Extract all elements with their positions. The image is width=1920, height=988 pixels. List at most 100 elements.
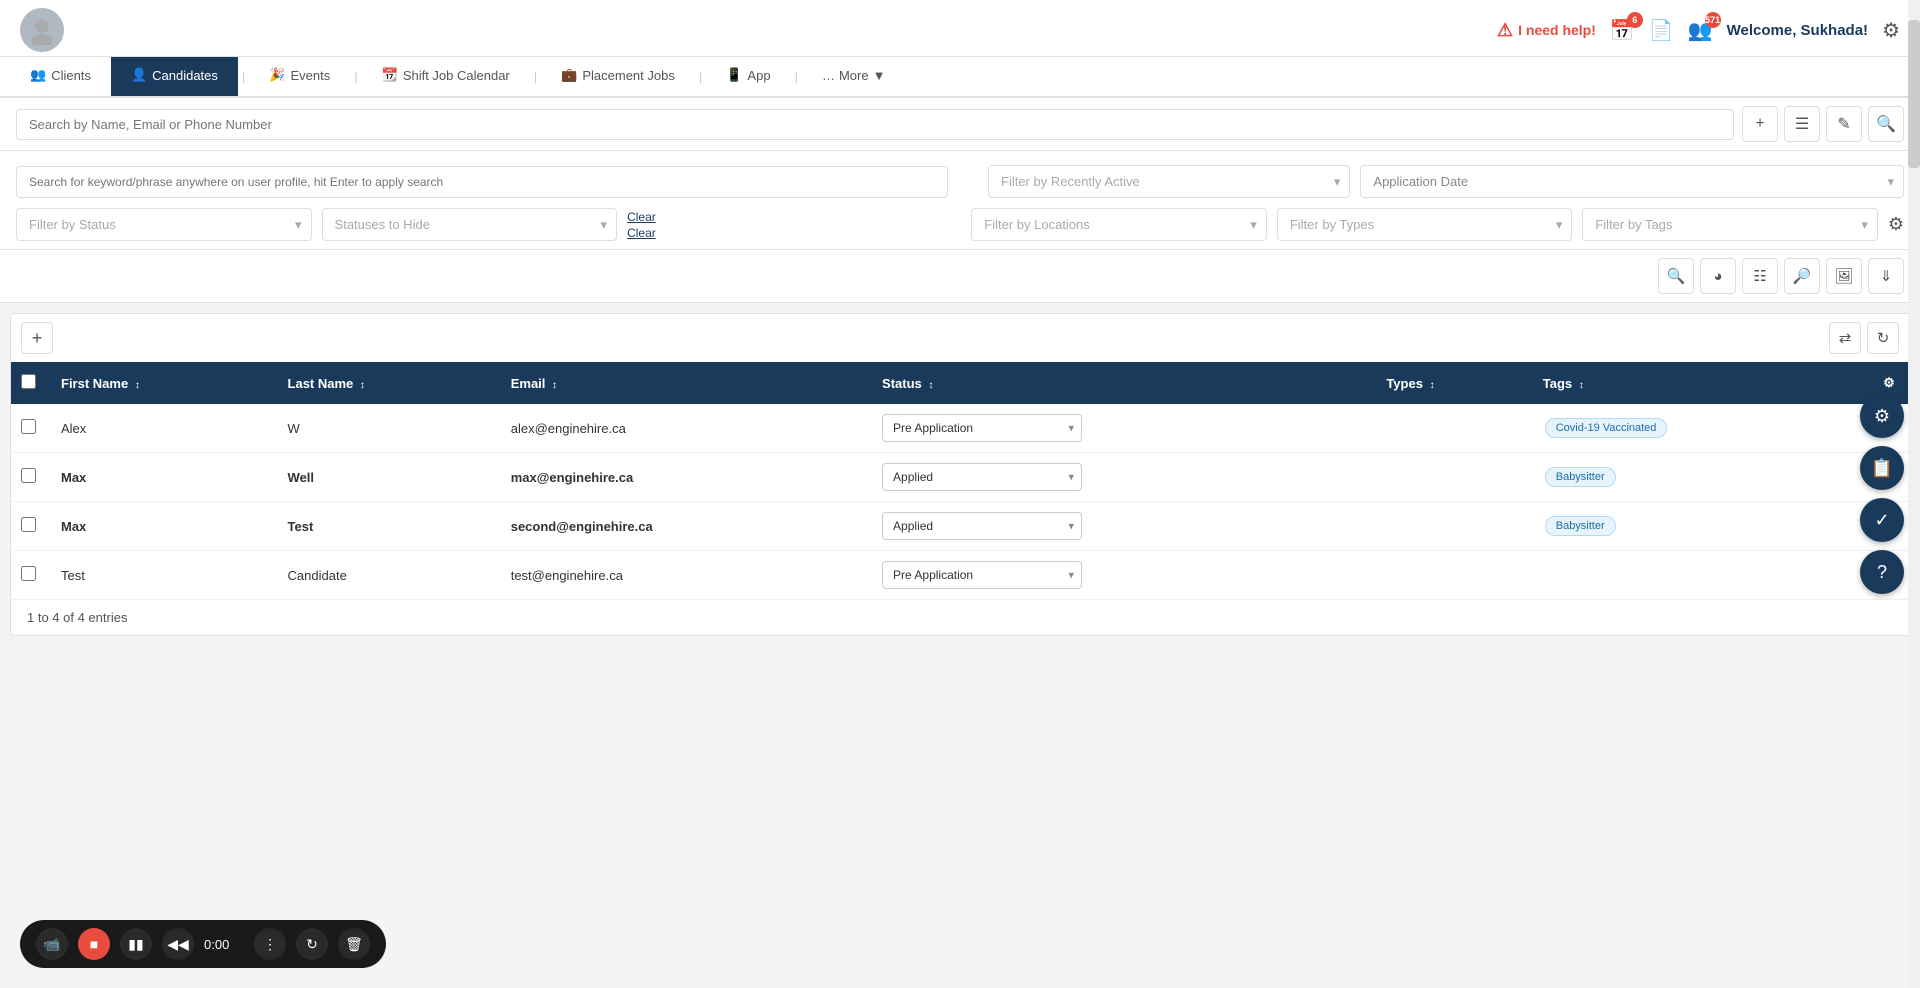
clear-status-link[interactable]: Clear [627,210,656,224]
last-name-cell: Well [278,453,501,502]
nav-app[interactable]: 📱 App [706,57,790,96]
status-cell: Pre ApplicationAppliedScreenedInterviewe… [872,453,1376,502]
camera-btn[interactable]: 📹 [36,928,68,960]
tags-cell: Covid-19 Vaccinated [1533,404,1869,453]
table-columns-btn[interactable]: ⇄ [1829,322,1861,354]
locations-filter-select[interactable]: Filter by Locations [971,208,1267,241]
users-icon-btn[interactable]: 👥 571 [1688,18,1713,43]
nav-events[interactable]: 🎉 Events [249,57,350,96]
nav-shift-calendar[interactable]: 📆 Shift Job Calendar [362,57,530,96]
row-checkbox-3[interactable] [21,566,36,581]
filter-gear-icon[interactable]: ⚙ [1888,214,1904,235]
add-candidate-btn[interactable]: + [1742,106,1778,142]
keyword-search-input[interactable] [16,166,948,198]
status-select-0[interactable]: Pre ApplicationAppliedScreenedInterviewe… [882,414,1082,442]
help-button[interactable]: ⚠ I need help! [1497,20,1596,41]
tags-col-label: Tags [1543,376,1572,391]
last-name-cell: Test [278,502,501,551]
tags-cell: Babysitter [1533,502,1869,551]
last-name-th[interactable]: Last Name ↕ [278,362,501,404]
filter-row-1: Filter by Recently Active Application Da… [16,165,1904,198]
types-filter-wrap: Filter by Types [1277,208,1573,241]
search-view-btn[interactable]: 🔍 [1658,258,1694,294]
tags-th[interactable]: Tags ↕ [1533,362,1869,404]
status-select-1[interactable]: Pre ApplicationAppliedScreenedInterviewe… [882,463,1082,491]
email-cell: test@enginehire.ca [501,551,872,600]
statuses-hide-select[interactable]: Statuses to Hide [322,208,618,241]
help-icon: ⚠ [1497,20,1513,41]
scrollbar[interactable] [1908,0,1920,988]
types-filter-select[interactable]: Filter by Types [1277,208,1573,241]
tags-cell [1533,551,1869,600]
clipboard-float-btn[interactable]: 📋 [1860,446,1904,490]
add-row-btn[interactable]: + [21,322,53,354]
settings-icon-btn[interactable]: ⚙ [1882,18,1900,43]
recording-time: 0:00 [204,937,244,952]
table-row: TestCandidatetest@enginehire.caPre Appli… [11,551,1909,600]
types-th[interactable]: Types ↕ [1376,362,1532,404]
chart-view-btn[interactable]: ✎ [1826,106,1862,142]
table-container: + ⇄ ↻ First Name ↕ Last Name ↕ Emai [10,313,1910,636]
filter-row-2: Filter by Status Statuses to Hide Clear … [16,208,1904,241]
first-name-cell: Alex [51,404,278,453]
recently-active-select[interactable]: Filter by Recently Active [988,165,1350,198]
nav-sep-5: | [791,69,802,84]
status-th[interactable]: Status ↕ [872,362,1376,404]
application-date-wrap: Application Date [1360,165,1904,198]
first-name-cell: Test [51,551,278,600]
clear-hide-link[interactable]: Clear [627,226,656,240]
stop-btn[interactable]: ■ [78,928,110,960]
table-row: AlexWalex@enginehire.caPre ApplicationAp… [11,404,1909,453]
row-checkbox-0[interactable] [21,419,36,434]
scrollbar-thumb[interactable] [1908,20,1920,168]
list-view-btn[interactable]: ☰ [1784,106,1820,142]
nav-shift-label: Shift Job Calendar [403,68,510,83]
nav-candidates[interactable]: 👤 Candidates [111,57,238,96]
welcome-text: Welcome, Sukhada! [1727,22,1868,39]
download-btn[interactable]: ⇓ [1868,258,1904,294]
shift-calendar-icon: 📆 [382,67,398,83]
check-float-btn[interactable]: ✓ [1860,498,1904,542]
tags-sort-icon: ↕ [1579,380,1584,391]
delete-rec-btn[interactable]: 🗑 [338,928,370,960]
tags-filter-select[interactable]: Filter by Tags [1582,208,1878,241]
first-name-th[interactable]: First Name ↕ [51,362,278,404]
zoom-btn[interactable]: 🔎 [1784,258,1820,294]
application-date-select[interactable]: Application Date [1360,165,1904,198]
search-btn[interactable]: 🔍 [1868,106,1904,142]
row-checkbox-2[interactable] [21,517,36,532]
nav-placement-jobs[interactable]: 💼 Placement Jobs [541,57,695,96]
help-float-btn[interactable]: ? [1860,550,1904,594]
grid-view-btn[interactable]: ☷ [1742,258,1778,294]
refresh-rec-btn[interactable]: ↻ [296,928,328,960]
status-filter-select[interactable]: Filter by Status [16,208,312,241]
row-checkbox-1[interactable] [21,468,36,483]
status-select-2[interactable]: Pre ApplicationAppliedScreenedInterviewe… [882,512,1082,540]
types-cell [1376,453,1532,502]
avatar [20,8,64,52]
email-th[interactable]: Email ↕ [501,362,872,404]
table-refresh-btn[interactable]: ↻ [1867,322,1899,354]
nav-more-label: More [839,68,869,83]
select-all-checkbox[interactable] [21,374,36,389]
tags-cell: Babysitter [1533,453,1869,502]
nav-more[interactable]: … More ▼ [802,58,906,96]
calendar-icon-btn[interactable]: 📅 6 [1610,18,1635,43]
statuses-hide-wrap: Statuses to Hide [322,208,618,241]
image-view-btn[interactable]: 🖼 [1826,258,1862,294]
first-name-cell: Max [51,453,278,502]
calendar-badge: 6 [1627,12,1643,28]
tags-filter-wrap: Filter by Tags [1582,208,1878,241]
main-search-input[interactable] [16,109,1734,140]
nav-clients[interactable]: 👥 Clients [10,57,111,96]
clear-links: Clear Clear [627,210,656,240]
pagination-info: 1 to 4 of 4 entries [11,600,1909,635]
pause-btn[interactable]: ▮▮ [120,928,152,960]
settings-float-btn[interactable]: ⚙ [1860,394,1904,438]
pie-chart-btn[interactable]: ◕ [1700,258,1736,294]
document-icon-btn[interactable]: 📄 [1649,18,1674,43]
types-col-label: Types [1386,376,1423,391]
grid-btn[interactable]: ⋮ [254,928,286,960]
status-select-3[interactable]: Pre ApplicationAppliedScreenedInterviewe… [882,561,1082,589]
rewind-btn[interactable]: ◀◀ [162,928,194,960]
